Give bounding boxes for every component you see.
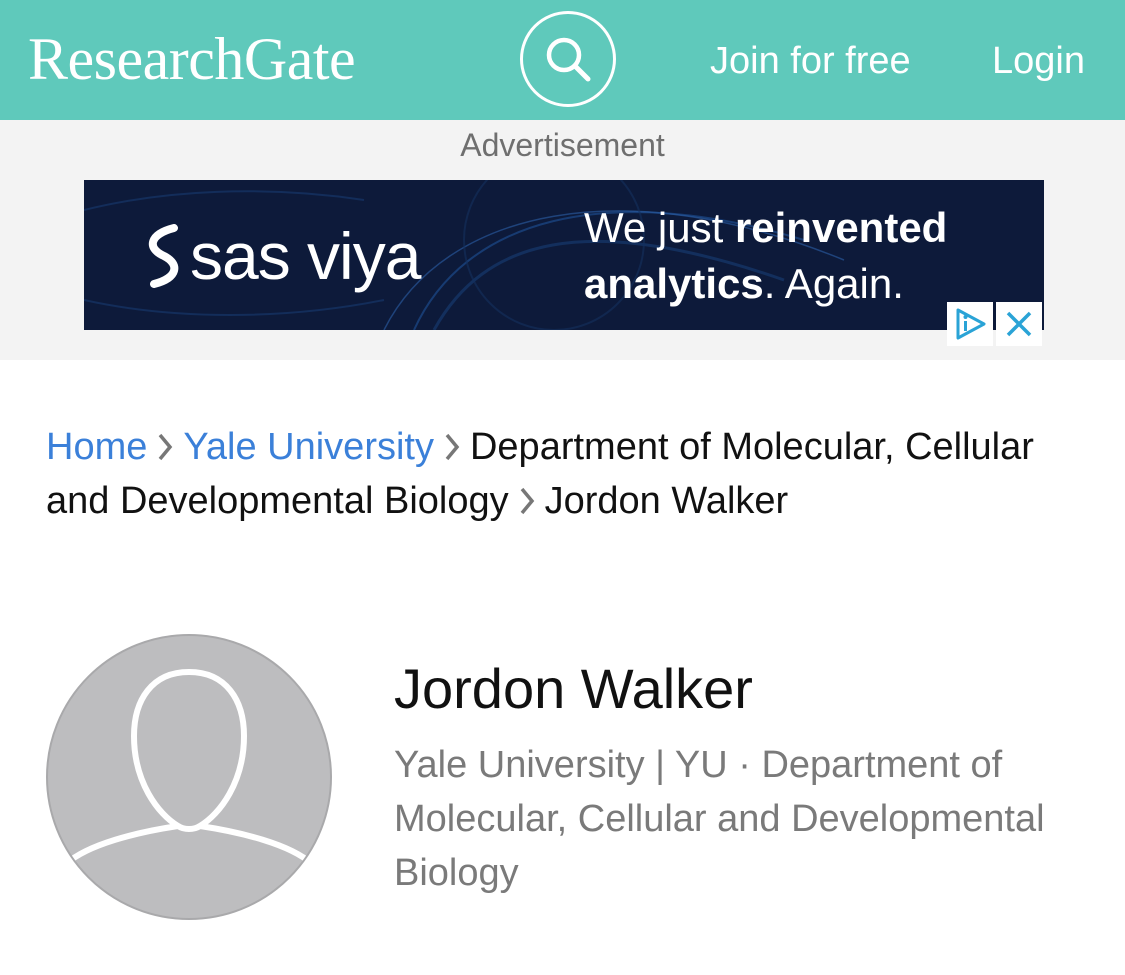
search-icon	[546, 37, 591, 82]
ad-banner[interactable]: sas viya We just reinvented analytics. A…	[84, 180, 1044, 330]
ad-tagline: We just reinvented analytics. Again.	[584, 200, 947, 312]
sas-logo-icon	[148, 224, 179, 288]
top-navbar: ResearchGate Join for free Login	[0, 0, 1125, 120]
tagline-part-2: . Again.	[763, 260, 904, 307]
sas-viya-brand: sas viya	[144, 216, 421, 296]
adchoices-button[interactable]	[947, 302, 993, 346]
chevron-right-icon	[159, 433, 173, 461]
breadcrumb-current: Jordon Walker	[544, 480, 789, 522]
chevron-right-icon	[445, 433, 460, 461]
close-icon	[1006, 311, 1032, 337]
login-link[interactable]: Login	[992, 38, 1085, 84]
brand-text: sas viya	[190, 219, 421, 293]
tagline-bold-2: analytics	[584, 260, 764, 307]
researchgate-logo[interactable]: ResearchGate	[28, 24, 356, 94]
adchoices-icon	[956, 308, 986, 340]
breadcrumb-university[interactable]: Yale University	[183, 426, 434, 468]
tagline-part-1: We just	[584, 204, 735, 251]
search-button[interactable]	[520, 11, 616, 107]
advertisement-label: Advertisement	[460, 127, 665, 163]
join-for-free-link[interactable]: Join for free	[710, 38, 911, 84]
ad-container: Advertisement sas viya We just reinvente…	[0, 120, 1125, 360]
breadcrumb-home[interactable]: Home	[46, 426, 147, 468]
person-placeholder-icon	[63, 669, 315, 867]
tagline-bold-1: reinvented	[734, 204, 948, 251]
chevron-right-icon	[520, 487, 534, 515]
ad-close-button[interactable]	[996, 302, 1042, 346]
profile-affiliation[interactable]: Yale University | YU · Department of Mol…	[394, 738, 1094, 900]
profile-name: Jordon Walker	[394, 657, 753, 720]
breadcrumb: Home Yale University Department of Molecul…	[46, 420, 1086, 528]
avatar	[46, 634, 332, 920]
